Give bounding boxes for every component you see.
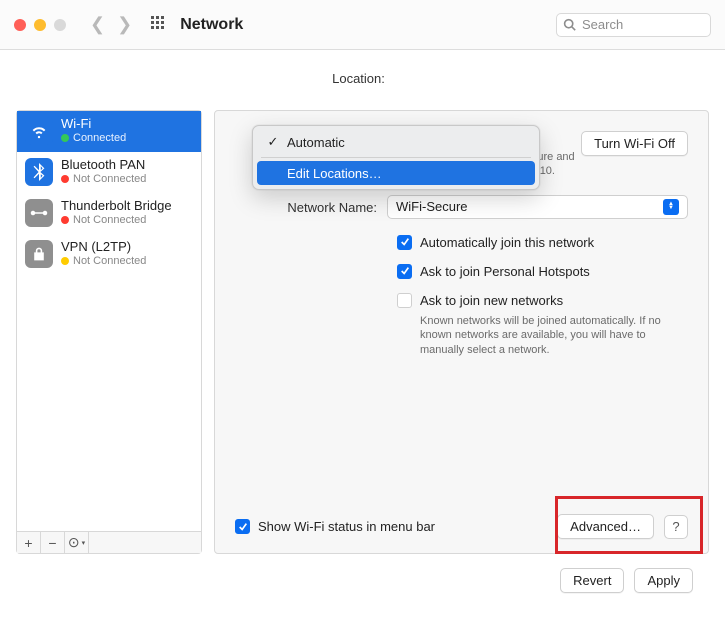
interface-sidebar: Wi-Fi Connected Bluetooth PAN Not Connec… [16, 110, 202, 554]
network-name-value: WiFi-Secure [396, 199, 468, 214]
show-all-icon[interactable] [150, 15, 166, 34]
show-menu-bar-checkbox[interactable] [235, 519, 250, 534]
ask-new-networks-hint: Known networks will be joined automatica… [420, 314, 680, 359]
chevron-down-icon: ▾ [82, 539, 86, 547]
ellipsis-icon: ⊙ [68, 534, 80, 551]
add-interface-button[interactable]: + [17, 532, 41, 553]
search-input[interactable]: Search [556, 13, 711, 37]
turn-wifi-off-button[interactable]: Turn Wi-Fi Off [581, 131, 688, 156]
menu-item-automatic[interactable]: ✓ Automatic [257, 130, 535, 154]
help-button[interactable]: ? [664, 515, 688, 539]
menu-item-edit-locations[interactable]: Edit Locations… [257, 161, 535, 185]
search-icon [563, 18, 576, 31]
advanced-button[interactable]: Advanced… [557, 514, 654, 539]
sidebar-item-label: Thunderbolt Bridge [61, 199, 172, 214]
status-dot-icon [61, 216, 69, 224]
ask-new-networks-checkbox[interactable] [397, 293, 412, 308]
status-dot-icon [61, 257, 69, 265]
sidebar-item-bluetooth[interactable]: Bluetooth PAN Not Connected [17, 152, 201, 193]
sidebar-footer: + − ⊙ ▾ [17, 531, 201, 553]
thunderbolt-icon [25, 199, 53, 227]
status-dot-icon [61, 134, 69, 142]
title-bar: ❮ ❯ Network Search [0, 0, 725, 50]
page-title: Network [180, 16, 243, 34]
location-popup: ✓ Automatic Edit Locations… [252, 125, 540, 190]
forward-button[interactable]: ❯ [117, 14, 132, 35]
menu-separator [261, 157, 531, 158]
minimize-window-button[interactable] [34, 19, 46, 31]
status-dot-icon [61, 175, 69, 183]
back-button[interactable]: ❮ [90, 14, 105, 35]
interface-list: Wi-Fi Connected Bluetooth PAN Not Connec… [17, 111, 201, 531]
ask-hotspot-label: Ask to join Personal Hotspots [420, 264, 590, 279]
ask-new-networks-label: Ask to join new networks [420, 293, 563, 308]
nav-arrows: ❮ ❯ [90, 14, 132, 35]
bluetooth-icon [25, 158, 53, 186]
stepper-arrows-icon: ▲▼ [663, 199, 679, 215]
search-placeholder: Search [582, 17, 623, 32]
footer-buttons: Revert Apply [16, 554, 709, 593]
show-menu-bar-label: Show Wi-Fi status in menu bar [258, 519, 435, 534]
wifi-icon [25, 117, 53, 145]
apply-button[interactable]: Apply [634, 568, 693, 593]
lock-icon [25, 240, 53, 268]
ask-hotspot-checkbox[interactable] [397, 264, 412, 279]
close-window-button[interactable] [14, 19, 26, 31]
zoom-window-button[interactable] [54, 19, 66, 31]
sidebar-item-wifi[interactable]: Wi-Fi Connected [17, 111, 201, 152]
sidebar-item-thunderbolt[interactable]: Thunderbolt Bridge Not Connected [17, 193, 201, 234]
sidebar-item-vpn[interactable]: VPN (L2TP) Not Connected [17, 234, 201, 275]
check-icon: ✓ [267, 134, 279, 150]
auto-join-label: Automatically join this network [420, 235, 594, 250]
sidebar-item-label: Wi-Fi [61, 117, 126, 132]
interface-options-button[interactable]: ⊙ ▾ [65, 532, 89, 553]
revert-button[interactable]: Revert [560, 568, 624, 593]
network-name-dropdown[interactable]: WiFi-Secure ▲▼ [387, 195, 688, 219]
sidebar-item-label: VPN (L2TP) [61, 240, 146, 255]
auto-join-checkbox[interactable] [397, 235, 412, 250]
sidebar-item-label: Bluetooth PAN [61, 158, 146, 173]
network-name-label: Network Name: [235, 198, 387, 215]
location-label: Location: [332, 71, 385, 86]
window-controls [14, 19, 66, 31]
remove-interface-button[interactable]: − [41, 532, 65, 553]
